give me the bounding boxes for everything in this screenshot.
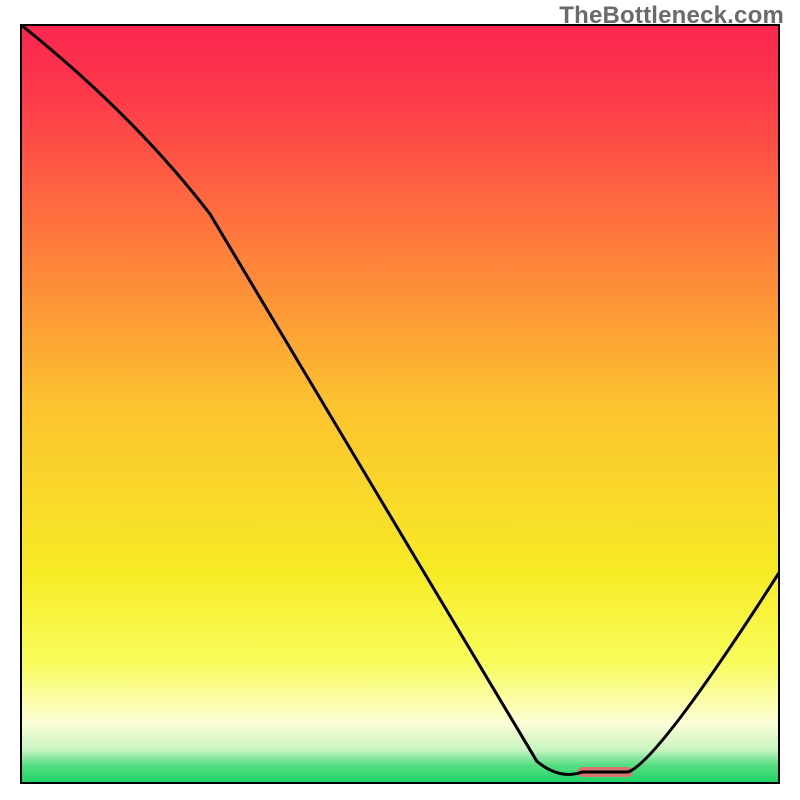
plot-area: [20, 24, 780, 784]
gradient-background: [20, 24, 780, 784]
chart-frame: TheBottleneck.com: [0, 0, 800, 800]
bottleneck-curve-chart: [20, 24, 780, 784]
